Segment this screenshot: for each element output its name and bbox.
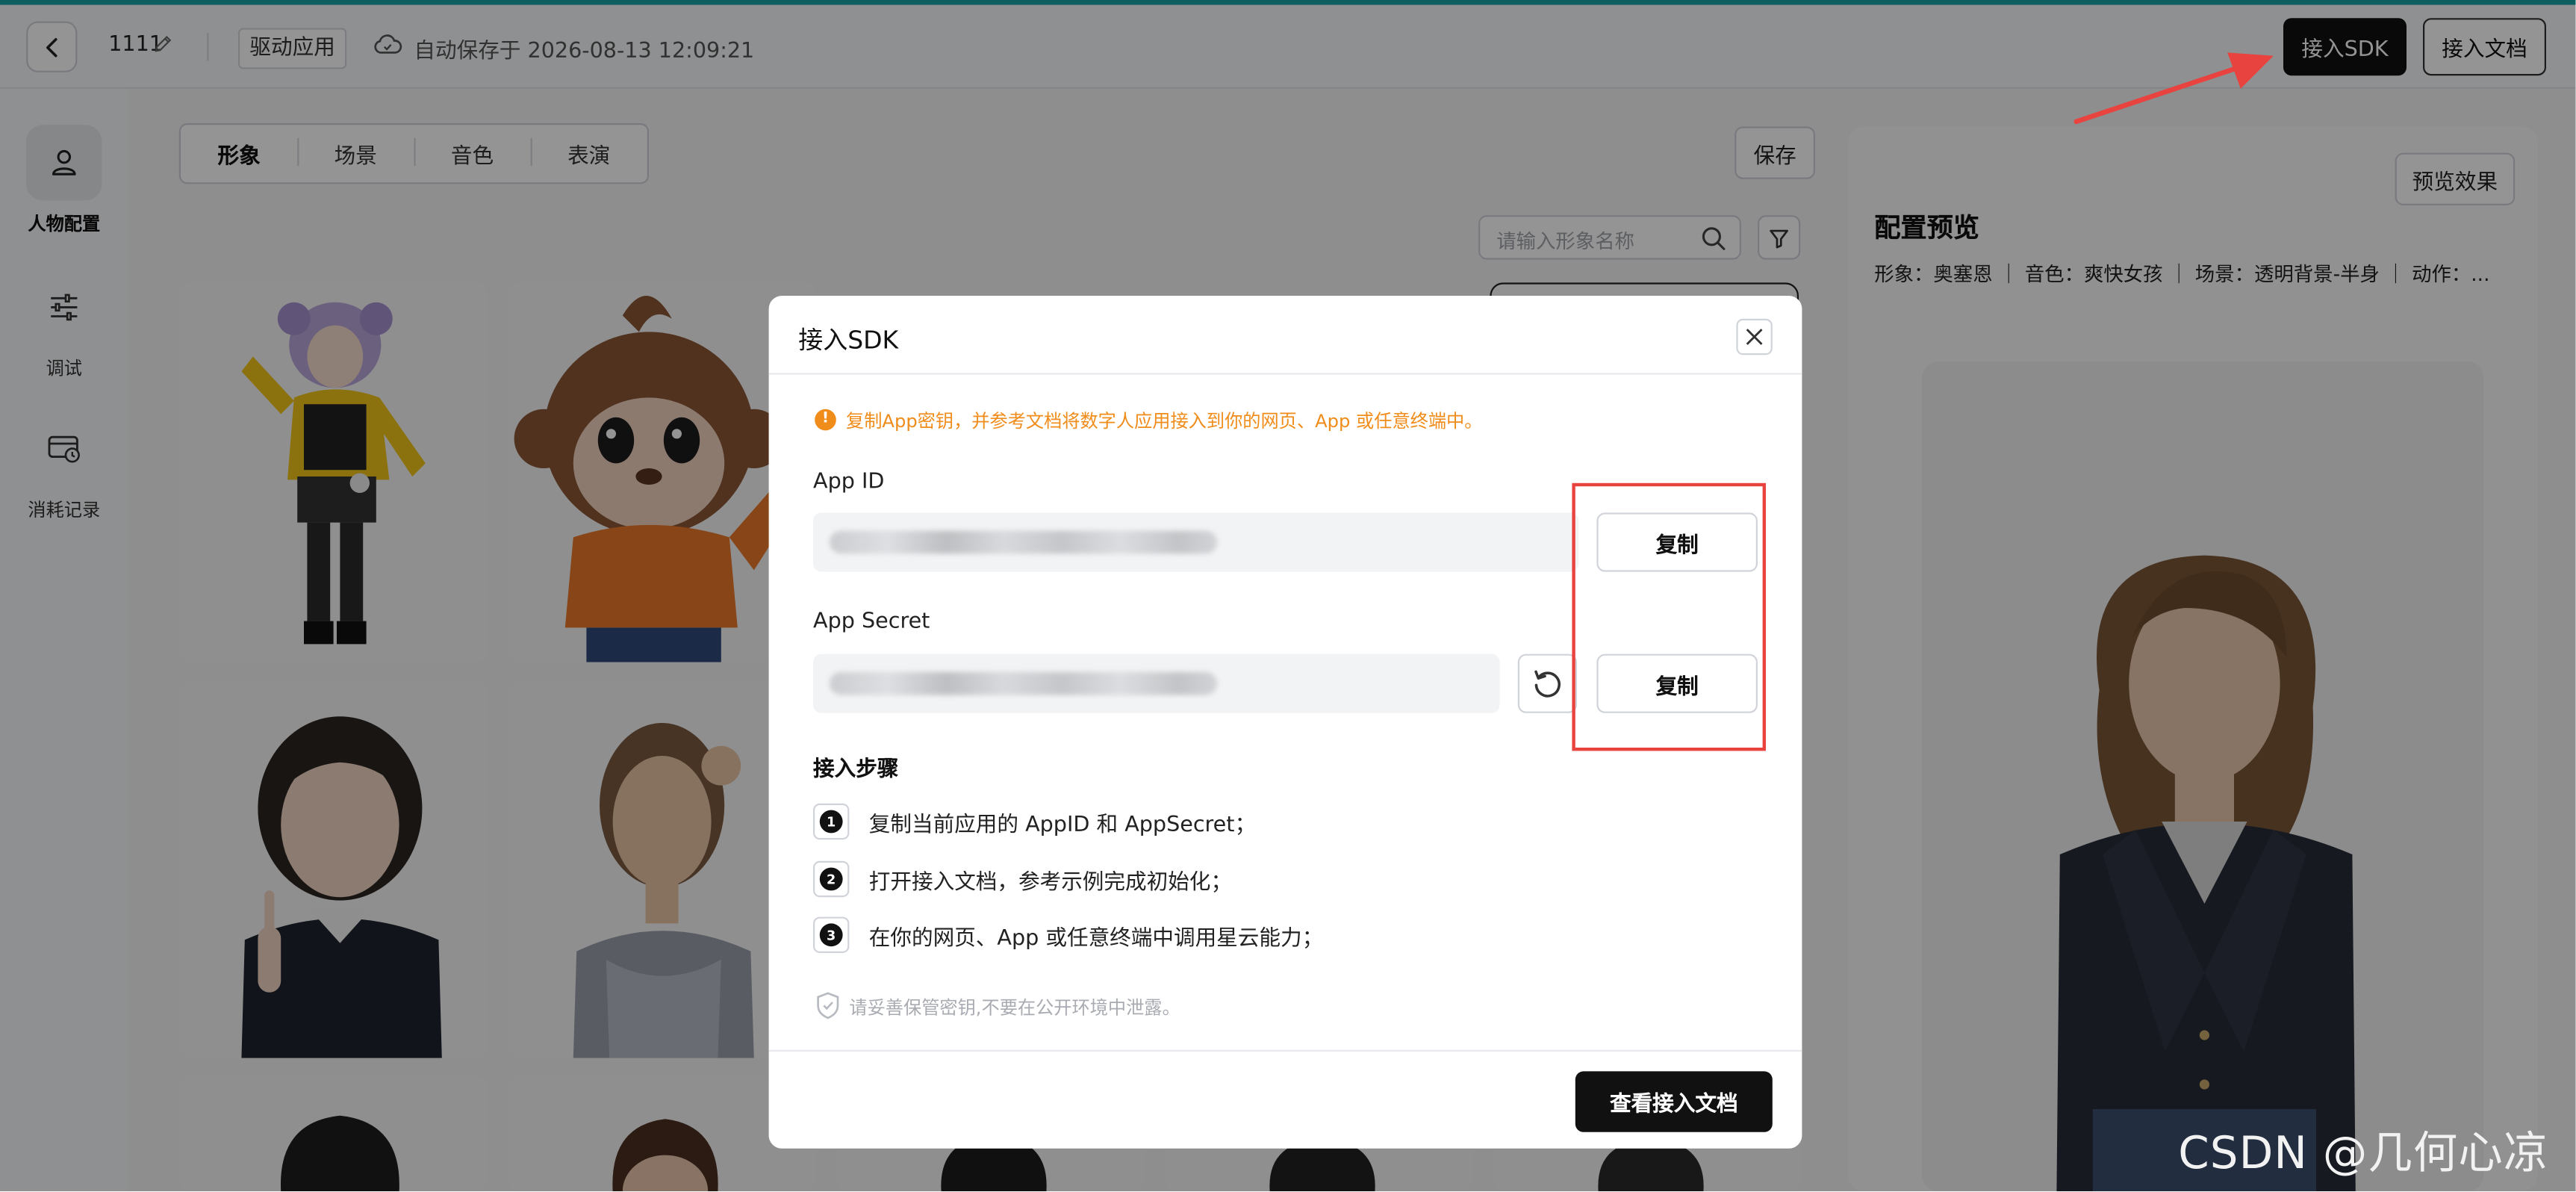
app-secret-label: App Secret bbox=[813, 609, 930, 635]
step-number-badge: 3 bbox=[813, 916, 850, 953]
blurred-value bbox=[830, 671, 1218, 695]
step-number-badge: 2 bbox=[813, 860, 850, 898]
step-item: 2 打开接入文档，参考示例完成初始化； bbox=[813, 860, 1232, 899]
shield-icon bbox=[817, 992, 839, 1019]
warning-text: 复制App密钥，并参考文档将数字人应用接入到你的网页、App 或任意终端中。 bbox=[846, 411, 1483, 432]
step-number: 3 bbox=[819, 923, 843, 947]
step-text: 打开接入文档，参考示例完成初始化； bbox=[868, 869, 1233, 895]
close-icon bbox=[1746, 329, 1763, 345]
reset-secret-button[interactable] bbox=[1517, 654, 1577, 713]
step-item: 1 复制当前应用的 AppID 和 AppSecret； bbox=[813, 802, 1256, 842]
close-button[interactable] bbox=[1736, 318, 1773, 356]
warning-icon: ! bbox=[815, 409, 836, 431]
step-number: 1 bbox=[819, 810, 843, 834]
security-note: 请妥善保管密钥,不要在公开环境中泄露。 bbox=[849, 997, 1180, 1019]
step-number: 2 bbox=[819, 867, 843, 891]
app-id-label: App ID bbox=[813, 470, 885, 495]
blurred-value bbox=[830, 530, 1218, 554]
app-root: 1111 驱动应用 自动保存于 2026-08-13 12:09:21 接入SD… bbox=[0, 0, 2576, 1191]
dialog-title: 接入SDK bbox=[798, 325, 899, 356]
watermark: CSDN @几何心凉 bbox=[2178, 1129, 2549, 1180]
app-id-field[interactable] bbox=[813, 512, 1579, 572]
dialog-header-divider bbox=[768, 373, 1802, 375]
annotation-highlight-box bbox=[1572, 482, 1766, 751]
view-docs-button[interactable]: 查看接入文档 bbox=[1575, 1071, 1773, 1132]
step-text: 在你的网页、App 或任意终端中调用星云能力； bbox=[868, 925, 1324, 951]
app-secret-field[interactable] bbox=[813, 654, 1500, 713]
step-number-badge: 1 bbox=[813, 803, 850, 840]
step-item: 3 在你的网页、App 或任意终端中调用星云能力； bbox=[813, 915, 1323, 954]
steps-title: 接入步骤 bbox=[813, 757, 899, 783]
step-text: 复制当前应用的 AppID 和 AppSecret； bbox=[868, 812, 1257, 837]
annotation-arrow-icon bbox=[2073, 52, 2274, 125]
dialog-footer-divider bbox=[768, 1049, 1802, 1052]
refresh-icon bbox=[1534, 670, 1561, 698]
